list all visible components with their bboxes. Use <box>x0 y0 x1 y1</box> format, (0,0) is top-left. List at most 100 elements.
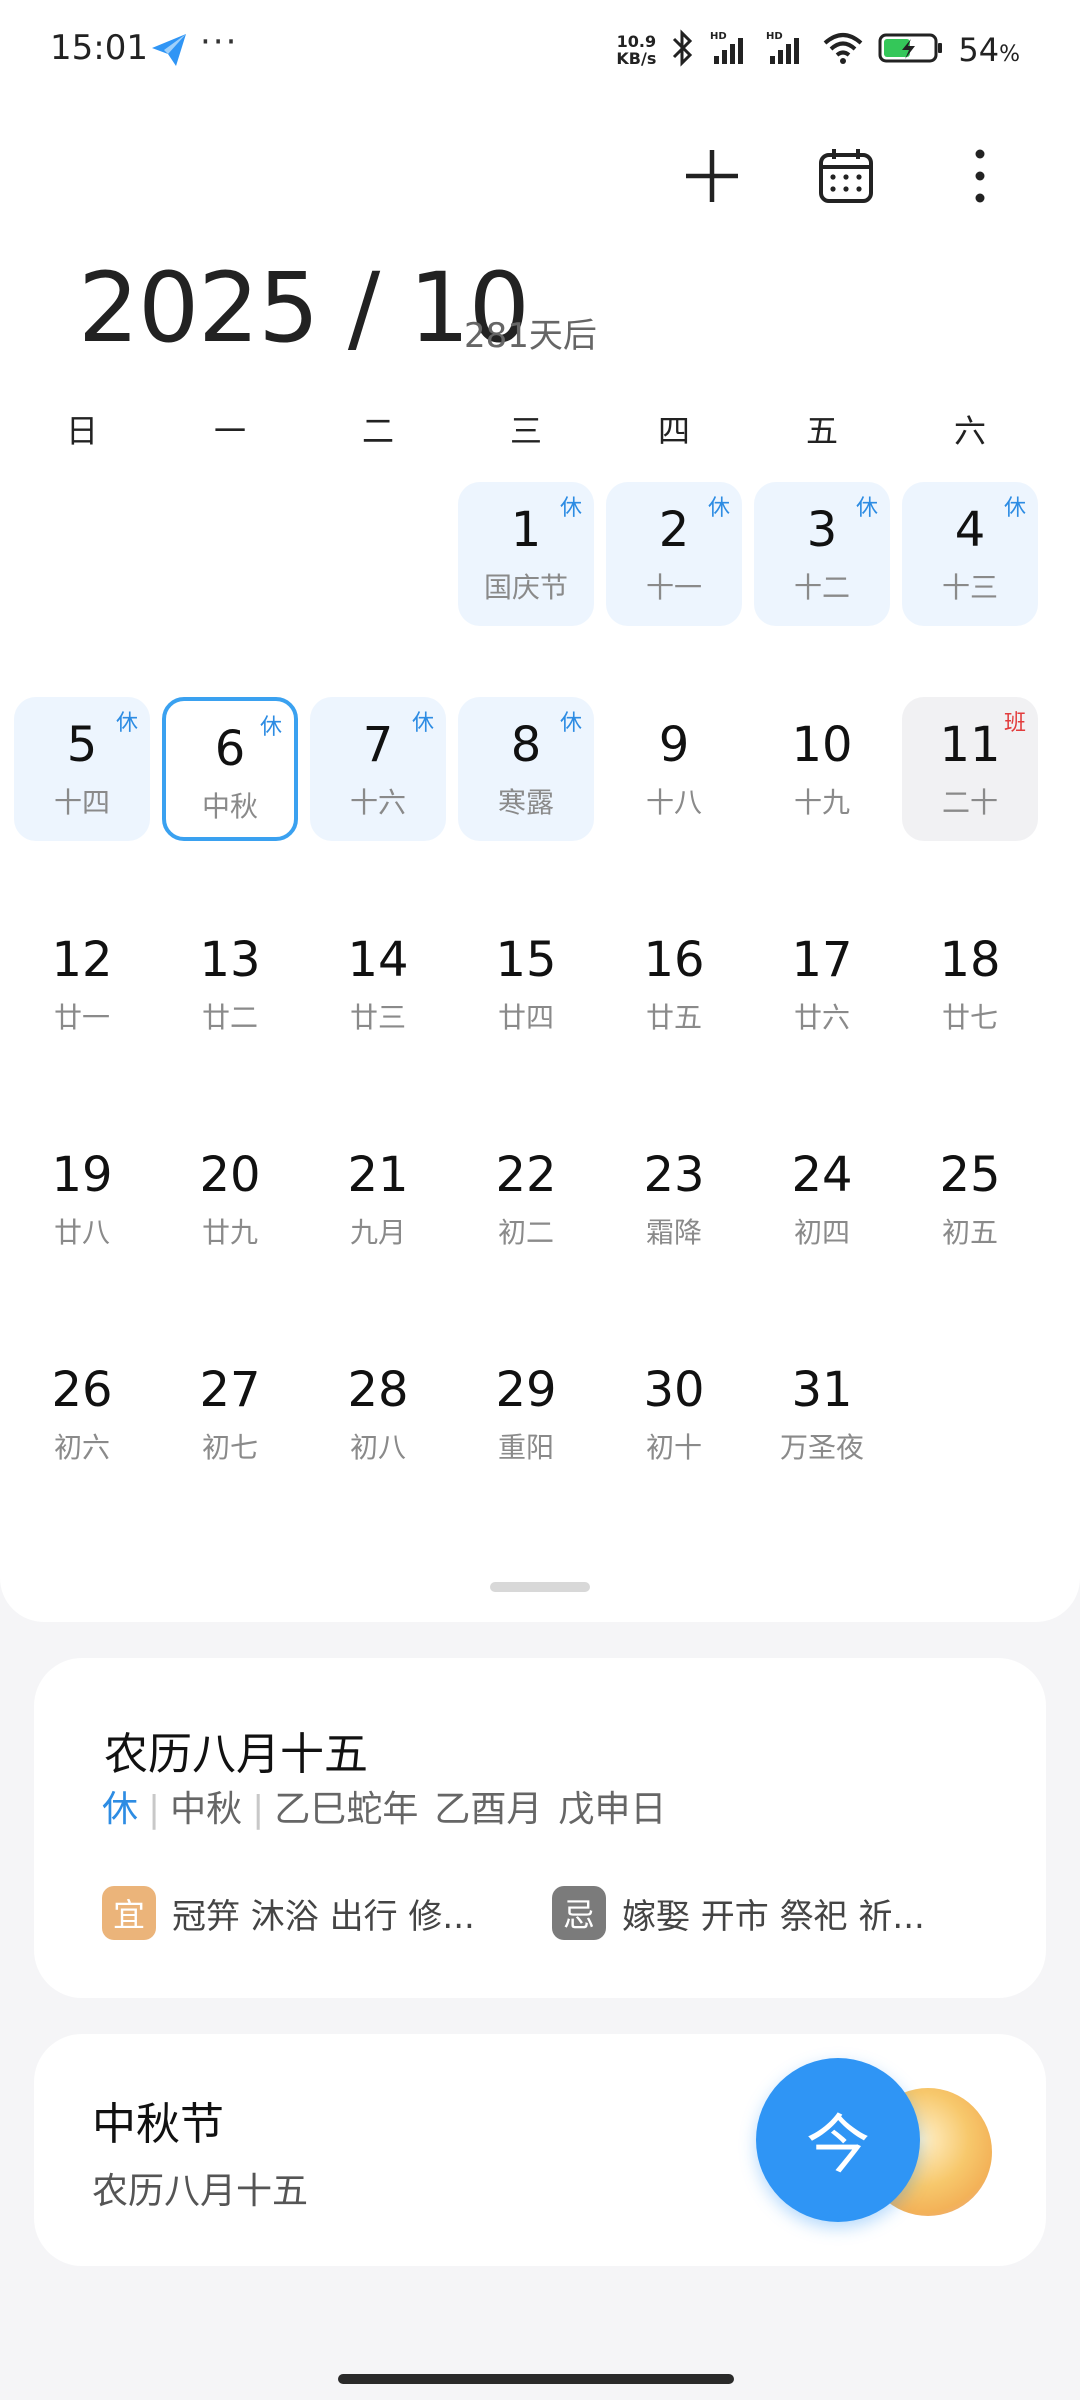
day-cell-31[interactable]: 31 万圣夜 <box>754 1342 890 1486</box>
day-lunar-label: 二十 <box>941 786 998 819</box>
yi-row: 宜 冠笄 沐浴 出行 修... <box>102 1886 542 1940</box>
day-cell-22[interactable]: 22 初二 <box>458 1127 594 1271</box>
calendar-icon <box>819 149 873 203</box>
ji-badge: 忌 <box>552 1886 606 1940</box>
day-lunar-label: 初六 <box>53 1431 110 1464</box>
wifi-icon <box>822 31 864 69</box>
hd-label: HD <box>766 31 783 42</box>
day-lunar-label: 廿一 <box>53 1001 110 1034</box>
status-more-dots: ··· <box>200 22 239 62</box>
day-cell-17[interactable]: 17 廿六 <box>754 912 890 1056</box>
today-button[interactable]: 今 <box>756 2058 920 2222</box>
day-number: 29 <box>495 1362 557 1418</box>
plus-icon <box>686 150 738 202</box>
day-lunar-label: 廿三 <box>349 1001 406 1034</box>
day-number: 16 <box>643 932 705 988</box>
rest-badge: 休 <box>559 711 582 736</box>
day-cell-23[interactable]: 23 霜降 <box>606 1127 742 1271</box>
day-cell-21[interactable]: 21 九月 <box>310 1127 446 1271</box>
more-options-button[interactable] <box>944 140 1016 212</box>
day-cell-18[interactable]: 18 廿七 <box>902 912 1038 1056</box>
day-cell-24[interactable]: 24 初四 <box>754 1127 890 1271</box>
workday-badge: 班 <box>1003 711 1026 736</box>
days-until-label: 281天后 <box>464 316 597 356</box>
day-lunar-label: 十八 <box>645 786 702 819</box>
day-number: 14 <box>347 932 409 988</box>
day-lunar-label: 十三 <box>941 571 998 604</box>
day-number: 25 <box>939 1147 1001 1203</box>
day-cell-14[interactable]: 14 廿三 <box>310 912 446 1056</box>
more-vertical-icon <box>975 149 985 203</box>
day-cell-27[interactable]: 27 初七 <box>162 1342 298 1486</box>
day-cell-29[interactable]: 29 重阳 <box>458 1342 594 1486</box>
rest-badge: 休 <box>559 496 582 521</box>
bluetooth-icon <box>670 29 696 71</box>
day-cell-20[interactable]: 20 廿九 <box>162 1127 298 1271</box>
lunar-details: 休 | 中秋 | 乙巳蛇年 乙酉月 戊申日 <box>102 1780 666 1832</box>
month-title[interactable]: 2025 / 10 <box>78 252 530 364</box>
day-cell-12[interactable]: 12 廿一 <box>14 912 150 1056</box>
lunar-info-card[interactable]: 农历八月十五 休 | 中秋 | 乙巳蛇年 乙酉月 戊申日 宜 冠笄 沐浴 出行 修... 忌… <box>34 1658 1046 1998</box>
day-lunar-label: 十四 <box>53 786 110 819</box>
day-number: 30 <box>643 1362 705 1418</box>
rest-badge: 休 <box>259 715 282 740</box>
day-number: 12 <box>51 932 113 988</box>
ji-text: 嫁娶 开市 祭祀 祈... <box>622 1896 925 1937</box>
cell-signal-1-icon: HD <box>710 30 752 70</box>
day-lunar-label: 十六 <box>349 786 406 819</box>
home-indicator[interactable] <box>338 2374 734 2384</box>
net-speed-unit: KB/s <box>616 49 657 68</box>
day-lunar-label: 廿六 <box>793 1001 850 1034</box>
battery-percent: 54% <box>958 31 1020 69</box>
day-lunar-label: 廿四 <box>497 1001 554 1034</box>
day-cell-15[interactable]: 15 廿四 <box>458 912 594 1056</box>
cell-signal-2-icon: HD <box>766 30 808 70</box>
battery-icon <box>878 31 944 69</box>
day-number: 17 <box>791 932 853 988</box>
day-cell-26[interactable]: 26 初六 <box>14 1342 150 1486</box>
rest-tag: 休 <box>102 1789 139 1830</box>
day-cell-10[interactable]: 10 十九 <box>754 697 890 841</box>
status-right-group: 10.9 KB/s HD HD 54% <box>616 29 1020 71</box>
calendar-view-button[interactable] <box>810 140 882 212</box>
sheet-drag-handle[interactable] <box>490 1582 590 1592</box>
day-cell-7[interactable]: 7 十六休 <box>310 697 446 841</box>
day-cell-8[interactable]: 8 寒露休 <box>458 697 594 841</box>
weekday-label: 一 <box>213 412 246 450</box>
day-lunar-label: 中秋 <box>201 790 258 823</box>
day-lunar-label: 初八 <box>349 1431 406 1464</box>
day-lunar-label: 十九 <box>793 786 850 819</box>
day-lunar-label: 廿八 <box>53 1216 110 1249</box>
day-number: 20 <box>199 1147 261 1203</box>
day-cell-5[interactable]: 5 十四休 <box>14 697 150 841</box>
day-lunar-label: 廿二 <box>201 1001 258 1034</box>
day-cell-19[interactable]: 19 廿八 <box>14 1127 150 1271</box>
day-cell-1[interactable]: 1 国庆节休 <box>458 482 594 626</box>
festival-subtitle: 农历八月十五 <box>92 2171 309 2212</box>
festival-title: 中秋节 <box>92 2099 224 2150</box>
festival-name: 中秋 <box>170 1789 243 1830</box>
day-lunar-label: 寒露 <box>497 786 554 819</box>
day-cell-30[interactable]: 30 初十 <box>606 1342 742 1486</box>
divider: | <box>252 1789 265 1830</box>
day-cell-16[interactable]: 16 廿五 <box>606 912 742 1056</box>
day-cell-9[interactable]: 9 十八 <box>606 697 742 841</box>
day-cell-13[interactable]: 13 廿二 <box>162 912 298 1056</box>
day-cell-4[interactable]: 4 十三休 <box>902 482 1038 626</box>
yi-text: 冠笄 沐浴 出行 修... <box>172 1896 475 1937</box>
day-cell-6[interactable]: 6 中秋休 <box>162 697 298 841</box>
day-number: 18 <box>939 932 1001 988</box>
day-lunar-label: 廿七 <box>941 1001 998 1034</box>
day-cell-25[interactable]: 25 初五 <box>902 1127 1038 1271</box>
day-cell-11[interactable]: 11 二十班 <box>902 697 1038 841</box>
day-cell-2[interactable]: 2 十一休 <box>606 482 742 626</box>
day-number: 21 <box>347 1147 409 1203</box>
day-cell-28[interactable]: 28 初八 <box>310 1342 446 1486</box>
day-lunar-label: 霜降 <box>645 1216 702 1249</box>
add-event-button[interactable] <box>676 140 748 212</box>
net-speed: 10.9 KB/s <box>616 33 656 67</box>
net-speed-value: 10.9 <box>616 32 657 51</box>
weekday-label: 五 <box>805 412 838 450</box>
day-lunar-label: 九月 <box>349 1216 406 1249</box>
day-cell-3[interactable]: 3 十二休 <box>754 482 890 626</box>
